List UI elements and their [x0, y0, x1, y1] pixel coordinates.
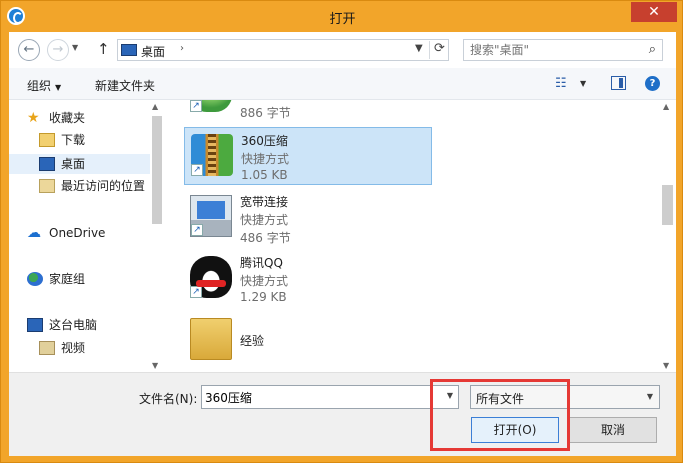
view-dropdown-icon[interactable]: ▼ [580, 79, 586, 88]
star-icon: ★ [27, 110, 40, 126]
scroll-up-icon[interactable]: ▲ [663, 102, 669, 111]
refresh-icon[interactable]: ⟳ [429, 41, 447, 59]
nav-item-downloads[interactable]: 下载 [39, 130, 147, 150]
file-name: 经验 [240, 334, 265, 348]
shortcut-arrow-icon: ↗ [191, 224, 203, 236]
file-type-filter-value: 所有文件 [476, 392, 525, 406]
folder-item[interactable]: 经验 [184, 312, 432, 370]
filename-input[interactable] [205, 389, 435, 405]
nav-item-favorites[interactable]: ★ 收藏夹 [27, 108, 147, 128]
file-size: 486 字节 [240, 231, 291, 245]
shortcut-arrow-icon: ↗ [191, 164, 203, 176]
close-button[interactable]: ✕ [631, 2, 677, 22]
zip-archive-icon: ↗ [191, 134, 233, 176]
breadcrumb-desktop[interactable]: 桌面 [141, 43, 165, 60]
bottom-panel: 文件名(N): ▼ 所有文件 ▼ 打开(O) 取消 [9, 372, 676, 456]
title-bar: 打开 ✕ [1, 1, 683, 32]
filename-label: 文件名(N): [139, 392, 198, 406]
organize-label: 组织 [27, 79, 52, 93]
history-dropdown-icon[interactable]: ▼ [72, 43, 78, 52]
recent-places-icon [39, 179, 55, 193]
window-title: 打开 [329, 12, 356, 27]
computer-icon [27, 318, 43, 332]
homegroup-icon [27, 272, 43, 286]
nav-item-label: 最近访问的位置 [61, 179, 146, 193]
file-type: 快捷方式 [241, 152, 290, 166]
file-item-selected[interactable]: ↗ 360压缩 快捷方式 1.05 KB [184, 127, 432, 185]
nav-item-recent-places[interactable]: 最近访问的位置 [39, 176, 159, 196]
cloud-icon: ☁ [27, 225, 41, 241]
chevron-down-icon[interactable]: ▼ [447, 391, 453, 400]
nav-item-desktop[interactable]: 桌面 [9, 154, 150, 174]
search-box[interactable]: ⌕ [463, 39, 663, 61]
desktop-icon [121, 44, 137, 56]
file-name: 360压缩 [241, 134, 288, 148]
file-type: 快捷方式 [240, 274, 289, 288]
nav-item-label: 收藏夹 [49, 111, 86, 125]
file-item[interactable]: ↗ 宽带连接 快捷方式 486 字节 [184, 189, 432, 247]
organize-menu[interactable]: 组织 ▼ [27, 77, 61, 94]
nav-item-videos[interactable]: 视频 [39, 338, 147, 358]
file-type: 快捷方式 [240, 213, 289, 227]
nav-item-label: OneDrive [49, 226, 106, 240]
preview-pane-icon[interactable] [611, 76, 626, 90]
change-view-icon[interactable]: ☷ [555, 76, 567, 91]
download-folder-icon [39, 133, 55, 147]
new-folder-button[interactable]: 新建文件夹 [95, 77, 155, 94]
scroll-up-icon[interactable]: ▲ [152, 102, 158, 111]
nav-item-homegroup[interactable]: 家庭组 [27, 269, 147, 289]
nav-item-label: 桌面 [61, 157, 86, 171]
scrollbar-thumb[interactable] [662, 185, 673, 225]
help-icon[interactable]: ? [645, 76, 660, 91]
folder-icon [190, 318, 232, 360]
search-input[interactable] [470, 42, 635, 58]
file-item[interactable]: ↗ 腾讯QQ 快捷方式 1.29 KB [184, 250, 432, 308]
search-icon[interactable]: ⌕ [649, 42, 656, 57]
scroll-down-icon[interactable]: ▼ [663, 361, 669, 370]
scroll-down-icon[interactable]: ▼ [152, 361, 158, 370]
nav-item-this-pc[interactable]: 这台电脑 [27, 315, 147, 335]
file-list: ↗ 886 字节 ↗ 360压缩 快捷方式 1.05 KB ↗ 宽带连接 快捷方… [169, 100, 659, 372]
shortcut-arrow-icon: ↗ [190, 286, 202, 298]
chevron-down-icon[interactable]: ▼ [647, 392, 653, 401]
address-dropdown-icon[interactable]: ▼ [415, 43, 423, 54]
nav-item-label: 下载 [61, 133, 86, 147]
file-item[interactable]: ↗ 886 字节 [184, 100, 432, 122]
forward-button[interactable]: → [47, 39, 69, 61]
network-connection-icon: ↗ [190, 195, 232, 237]
breadcrumb-chevron-icon[interactable]: › [180, 43, 184, 54]
open-file-dialog: 打开 ✕ ← → ▼ ↑ 桌面 › ▼ ⟳ ⌕ 组织▼ [0, 0, 683, 463]
file-size: 886 字节 [240, 106, 291, 120]
shield-icon: ↗ [190, 100, 232, 112]
video-folder-icon [39, 341, 55, 355]
up-arrow-icon[interactable]: ↑ [97, 40, 110, 58]
command-toolbar: 组织 ▼ 新建文件夹 ☷ ▼ ? [9, 68, 676, 100]
back-button[interactable]: ← [18, 39, 40, 61]
dialog-client-area: ← → ▼ ↑ 桌面 › ▼ ⟳ ⌕ 组织▼ 新建文件夹 ☷ ▼ [9, 32, 676, 456]
file-list-scrollbar[interactable]: ▲ ▼ [659, 100, 676, 372]
navigation-scrollbar[interactable]: ▲ ▼ [150, 100, 164, 372]
desktop-icon [39, 157, 55, 171]
file-name: 宽带连接 [240, 195, 289, 209]
address-bar[interactable]: 桌面 › ▼ [117, 39, 449, 61]
file-size: 1.29 KB [240, 290, 287, 304]
cancel-button[interactable]: 取消 [569, 417, 657, 443]
scrollbar-thumb[interactable] [152, 116, 162, 224]
file-size: 1.05 KB [241, 168, 288, 182]
open-button[interactable]: 打开(O) [471, 417, 559, 443]
nav-item-label: 这台电脑 [49, 318, 98, 332]
address-row: ← → ▼ ↑ 桌面 › ▼ ⟳ ⌕ [9, 32, 676, 68]
nav-item-onedrive[interactable]: ☁ OneDrive [27, 223, 147, 243]
navigation-pane: ★ 收藏夹 下载 桌面 最近访问的位置 ☁ OneDrive 家庭组 这台电脑 … [9, 100, 164, 372]
qq-penguin-icon: ↗ [190, 256, 232, 298]
file-name: 腾讯QQ [240, 256, 283, 270]
chevron-down-icon: ▼ [55, 83, 62, 92]
filename-combobox[interactable]: ▼ [201, 385, 459, 409]
file-type-filter[interactable]: 所有文件 ▼ [470, 385, 660, 409]
nav-item-label: 视频 [61, 341, 86, 355]
shortcut-arrow-icon: ↗ [190, 100, 202, 112]
nav-item-label: 家庭组 [49, 272, 86, 286]
